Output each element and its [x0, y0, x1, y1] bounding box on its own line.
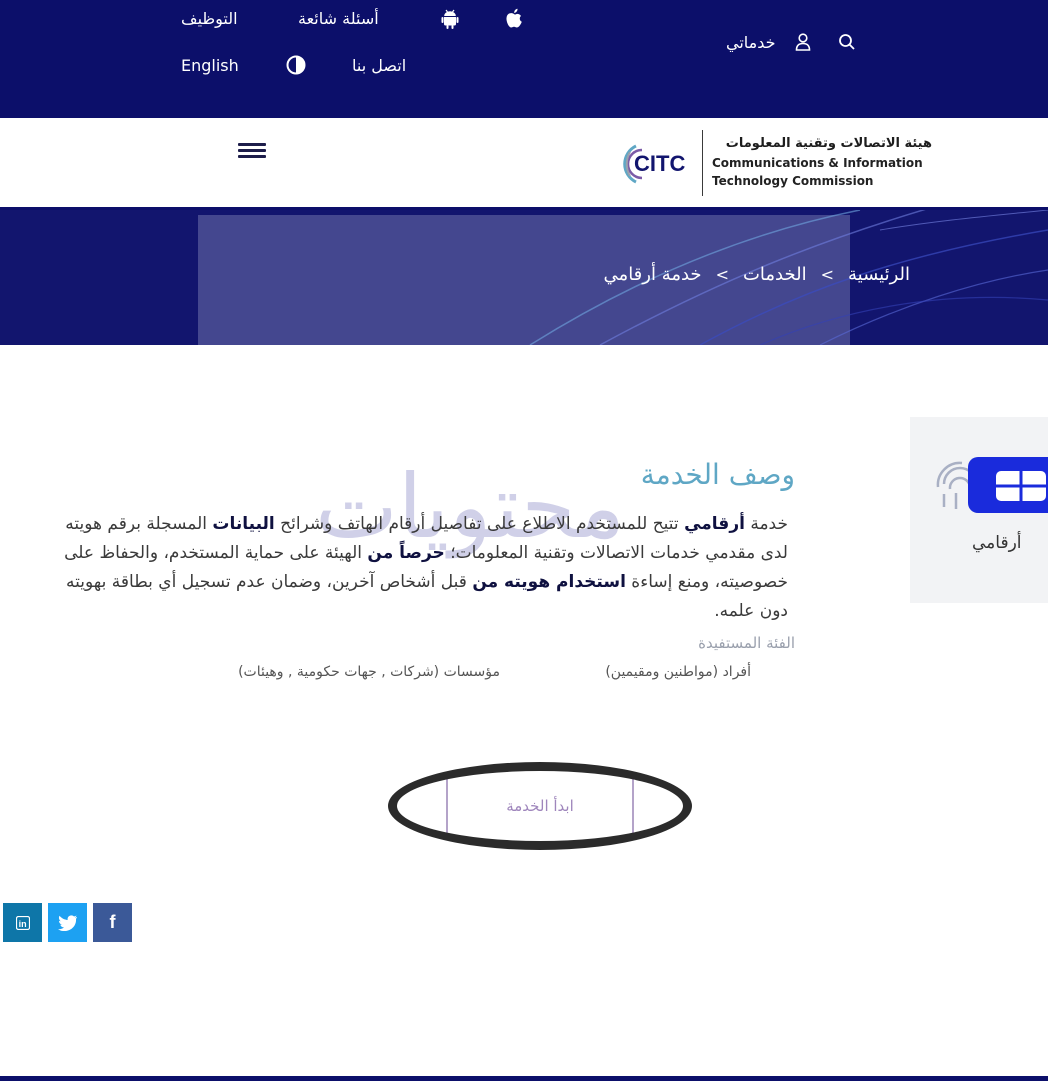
desc-bold: أرقامي: [684, 514, 745, 534]
desc-part: تتيح للمستخدم الاطلاع على تفاصيل أرقام ا…: [274, 514, 685, 534]
twitter-share-button[interactable]: [48, 903, 87, 942]
start-service-button[interactable]: ابدأ الخدمة: [446, 778, 634, 834]
language-link[interactable]: English: [181, 56, 239, 75]
breadcrumb-separator: >: [715, 265, 729, 284]
site-header: CITC هيئة الاتصالات وتقنية المعلومات Com…: [0, 118, 1048, 210]
breadcrumb-current: خدمة أرقامي: [603, 264, 702, 285]
contact-link[interactable]: اتصل بنا: [352, 56, 406, 75]
linkedin-share-button[interactable]: in: [3, 903, 42, 942]
breadcrumb-home[interactable]: الرئيسية: [848, 264, 910, 285]
desc-bold: استخدام هويته من: [472, 572, 626, 592]
audience-entities: مؤسسات (شركات , جهات حكومية , وهيئات): [238, 664, 500, 680]
service-description-title: وصف الخدمة: [640, 458, 795, 491]
top-bar: التوظيف أسئلة شائعة English اتصل بنا خدم…: [0, 0, 1048, 118]
logo-english-line2: Technology Commission: [712, 174, 874, 188]
svg-text:in: in: [18, 919, 26, 929]
citc-logo-mark: CITC: [622, 138, 698, 188]
logo-divider: [702, 130, 703, 196]
user-icon[interactable]: [795, 33, 811, 51]
breadcrumb-separator: >: [820, 265, 834, 284]
apple-icon[interactable]: [505, 8, 523, 29]
facebook-icon: f: [109, 912, 116, 932]
logo-english-line1: Communications & Information: [712, 156, 923, 170]
linkedin-icon: in: [15, 915, 30, 930]
logo-mark-text: CITC: [634, 151, 685, 176]
android-icon[interactable]: [441, 9, 459, 29]
logo-arabic-name: هيئة الاتصالات وتقنية المعلومات: [725, 136, 932, 151]
search-icon[interactable]: [838, 33, 856, 51]
hero-banner: الرئيسية > الخدمات > خدمة أرقامي: [0, 210, 1048, 345]
audience-individuals: أفراد (مواطنين ومقيمين): [605, 664, 751, 680]
faq-link[interactable]: أسئلة شائعة: [298, 9, 379, 28]
twitter-icon: [57, 914, 77, 931]
hamburger-menu-icon[interactable]: [238, 140, 266, 162]
service-card-label: أرقامي: [972, 533, 1022, 553]
target-audience-label: الفئة المستفيدة: [698, 634, 795, 652]
desc-bold: حرصاً من: [367, 543, 445, 563]
footer-edge: [0, 1076, 1048, 1081]
service-description-text: خدمة أرقامي تتيح للمستخدم الاطلاع على تف…: [40, 510, 788, 626]
sim-fingerprint-icon: [932, 449, 1048, 523]
breadcrumb: الرئيسية > الخدمات > خدمة أرقامي: [604, 264, 910, 285]
citc-logo[interactable]: CITC هيئة الاتصالات وتقنية المعلومات Com…: [622, 130, 932, 196]
desc-part: خدمة: [744, 514, 788, 534]
contrast-icon[interactable]: [286, 55, 306, 75]
facebook-share-button[interactable]: f: [93, 903, 132, 942]
service-card-arqami[interactable]: أرقامي: [910, 417, 1048, 603]
my-services-link[interactable]: خدماتي: [726, 33, 776, 52]
breadcrumb-services[interactable]: الخدمات: [743, 264, 807, 285]
careers-link[interactable]: التوظيف: [181, 9, 238, 28]
desc-bold: البيانات: [212, 514, 275, 534]
